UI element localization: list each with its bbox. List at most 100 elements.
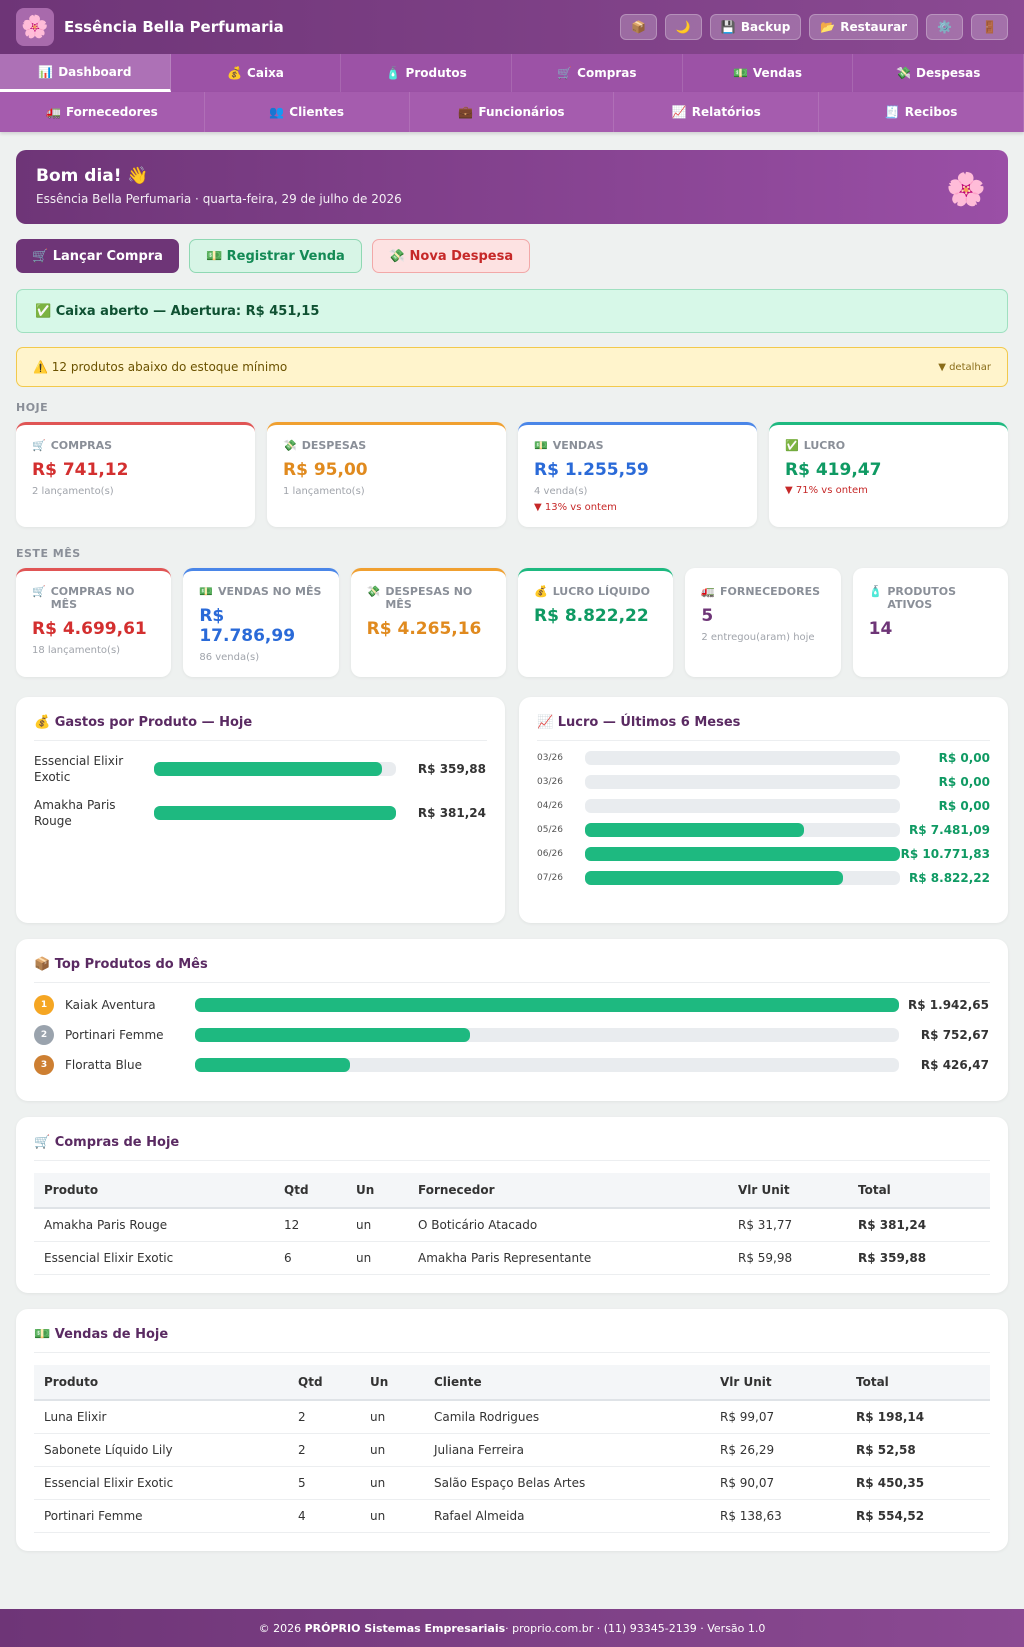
tab-recibos[interactable]: 🧾 Recibos [819, 92, 1024, 132]
spend-row: Amakha Paris Rouge R$ 381,24 [34, 798, 486, 828]
spend-row: Essencial Elixir Exotic R$ 359,88 [34, 754, 486, 784]
bottle-icon: 🧴 [868, 585, 883, 598]
active-products-card: 🧴 PRODUTOS ATIVOS 14 [852, 568, 1008, 677]
suppliers-card: 🚛 FORNECEDORES 5 2 entregou(aram) hoje [685, 568, 841, 677]
top-bar-track [195, 998, 899, 1012]
new-expense-button[interactable]: 💸 Nova Despesa [371, 239, 531, 273]
profit-row: 04/26 R$ 0,00 [537, 799, 990, 813]
profit-bar-track [585, 751, 900, 765]
cash-open-alert: ✅ Caixa aberto — Abertura: R$ 451,15 [16, 289, 1008, 333]
backup-button[interactable]: 💾 Backup [709, 14, 802, 40]
cart-icon: 🛒 [557, 66, 573, 80]
month-sales-card: 💵 VENDAS NO MÊS R$ 17.786,99 86 venda(s) [183, 568, 339, 677]
quick-actions: 🛒 Lançar Compra 💵 Registrar Venda 💸 Nova… [16, 239, 1008, 273]
main-nav-row-2: 🚛 Fornecedores 👥 Clientes 💼 Funcionários 📈 R… [0, 92, 1024, 132]
month-cards: 🛒 COMPRAS NO MÊS R$ 4.699,61 18 lançament… [16, 568, 1008, 677]
purchases-today-panel: 🛒 Compras de Hoje Produto Qtd Un Fornece… [16, 1117, 1008, 1293]
launch-purchase-button[interactable]: 🛒 Lançar Compra [16, 239, 179, 273]
tab-despesas[interactable]: 💸 Despesas [853, 54, 1024, 92]
check-icon: ✅ [785, 439, 799, 452]
panel-title: 📦 Top Produtos do Mês [34, 957, 990, 983]
today-profit-card: ✅ LUCRO R$ 419,47 ▼ 71% vs ontem [769, 422, 1008, 527]
spend-bar-track [154, 806, 396, 820]
tab-vendas[interactable]: 💵 Vendas [683, 54, 854, 92]
profit-bar-track [585, 799, 900, 813]
rank-medal: 3 [34, 1055, 54, 1075]
greeting-title: Bom dia! 👋 [36, 166, 149, 186]
sales-table: Produto Qtd Un Cliente Vlr Unit Total Lu… [34, 1365, 990, 1533]
banknote-icon: 💵 [732, 66, 748, 80]
card-comparison: ▼ 71% vs ontem [785, 485, 868, 496]
profit-row: 05/26 R$ 7.481,09 [537, 823, 990, 837]
card-value: R$ 4.265,16 [366, 619, 482, 639]
greeting-banner: Bom dia! 👋 Essência Bella Perfumaria · q… [16, 150, 1008, 224]
card-sub: 4 venda(s) [534, 486, 588, 497]
purchases-table: Produto Qtd Un Fornecedor Vlr Unit Total… [34, 1173, 990, 1275]
truck-icon: 🚛 [701, 585, 716, 598]
tab-clientes[interactable]: 👥 Clientes [205, 92, 410, 132]
profit-row: 03/26 R$ 0,00 [537, 751, 990, 765]
dashboard-content: Bom dia! 👋 Essência Bella Perfumaria · q… [0, 150, 1024, 1551]
table-row: Essencial Elixir Exotic 5 un Salão Espaço B… [34, 1466, 990, 1500]
table-row: Amakha Paris Rouge 12 un O Boticário Atacad… [34, 1208, 990, 1242]
tab-fornecedores[interactable]: 🚛 Fornecedores [0, 92, 205, 132]
report-icon: 📈 [671, 105, 687, 119]
settings-button[interactable]: ⚙️ [926, 14, 964, 40]
tab-compras[interactable]: 🛒 Compras [512, 54, 683, 92]
floppy-icon: 💾 [720, 20, 736, 34]
tab-caixa[interactable]: 💰 Caixa [171, 54, 342, 92]
profit-bar-track [585, 847, 900, 861]
top-bar-fill [195, 1028, 470, 1042]
sales-today-panel: 💵 Vendas de Hoje Produto Qtd Un Cliente … [16, 1309, 1008, 1551]
tab-funcionarios[interactable]: 💼 Funcionários [410, 92, 615, 132]
folder-icon: 📂 [820, 20, 836, 34]
tab-produtos[interactable]: 🧴 Produtos [341, 54, 513, 92]
top-product-row: 3 Floratta Blue R$ 426,47 [34, 1055, 990, 1075]
flying-money-icon: 💸 [366, 585, 381, 598]
today-cards: 🛒 COMPRAS R$ 741,12 2 lançamento(s) 💸 DESP… [16, 422, 1008, 527]
card-value: R$ 17.786,99 [199, 606, 296, 646]
card-value: 5 [701, 606, 714, 626]
card-value: R$ 741,12 [32, 460, 129, 480]
users-icon: 👥 [269, 105, 285, 119]
profit-bar-fill [585, 871, 843, 885]
flying-money-icon: 💸 [896, 66, 911, 80]
profit-bar-fill [585, 823, 804, 837]
card-value: R$ 1.255,59 [534, 460, 649, 480]
stock-detail-toggle[interactable]: ▼ detalhar [938, 362, 991, 373]
dark-mode-button[interactable]: 🌙 [664, 14, 702, 40]
card-sub: 2 entregou(aram) hoje [701, 632, 815, 643]
profit-row: 03/26 R$ 0,00 [537, 775, 990, 789]
money-bag-icon: 💰 [227, 66, 243, 80]
top-product-row: 1 Kaiak Aventura R$ 1.942,65 [34, 995, 990, 1015]
today-section-label: HOJE [16, 401, 49, 414]
restore-button[interactable]: 📂 Restaurar [809, 14, 919, 40]
month-net-profit-card: 💰 LUCRO LÍQUIDO R$ 8.822,22 [517, 568, 674, 677]
products-icon-button[interactable]: 📦 [619, 14, 657, 40]
greeting-subtitle: Essência Bella Perfumaria · quarta-feira… [36, 192, 402, 206]
profit-bar-track [585, 775, 900, 789]
tab-relatorios[interactable]: 📈 Relatórios [614, 92, 820, 132]
banknote-icon: 💵 [534, 439, 548, 452]
top-bar-track [195, 1028, 899, 1042]
chart-icon: 📊 [38, 64, 54, 79]
logout-button[interactable]: 🚪 [971, 14, 1008, 40]
tab-dashboard[interactable]: 📊 Dashboard [0, 54, 171, 92]
card-sub: 1 lançamento(s) [283, 486, 365, 497]
spend-bar-track [154, 762, 396, 776]
door-icon: 🚪 [982, 20, 997, 34]
footer-company: PRÓPRIO Sistemas Empresariais [304, 1621, 506, 1635]
card-value: R$ 95,00 [283, 460, 368, 480]
box-icon: 📦 [630, 20, 646, 34]
receipt-icon: 🧾 [884, 105, 900, 119]
card-sub: 2 lançamento(s) [32, 486, 114, 497]
logo-flower-icon: 🌸 [16, 8, 54, 46]
register-sale-button[interactable]: 💵 Registrar Venda [188, 239, 362, 273]
cart-icon: 🛒 [32, 439, 46, 452]
truck-icon: 🚛 [46, 105, 61, 119]
today-sales-card: 💵 VENDAS R$ 1.255,59 4 venda(s) ▼ 13% vs … [518, 422, 757, 527]
panel-title: 💵 Vendas de Hoje [34, 1327, 990, 1353]
money-bag-icon: 💰 [533, 585, 548, 598]
month-purchases-card: 🛒 COMPRAS NO MÊS R$ 4.699,61 18 lançament… [16, 568, 172, 677]
top-bar-fill [195, 1058, 350, 1072]
